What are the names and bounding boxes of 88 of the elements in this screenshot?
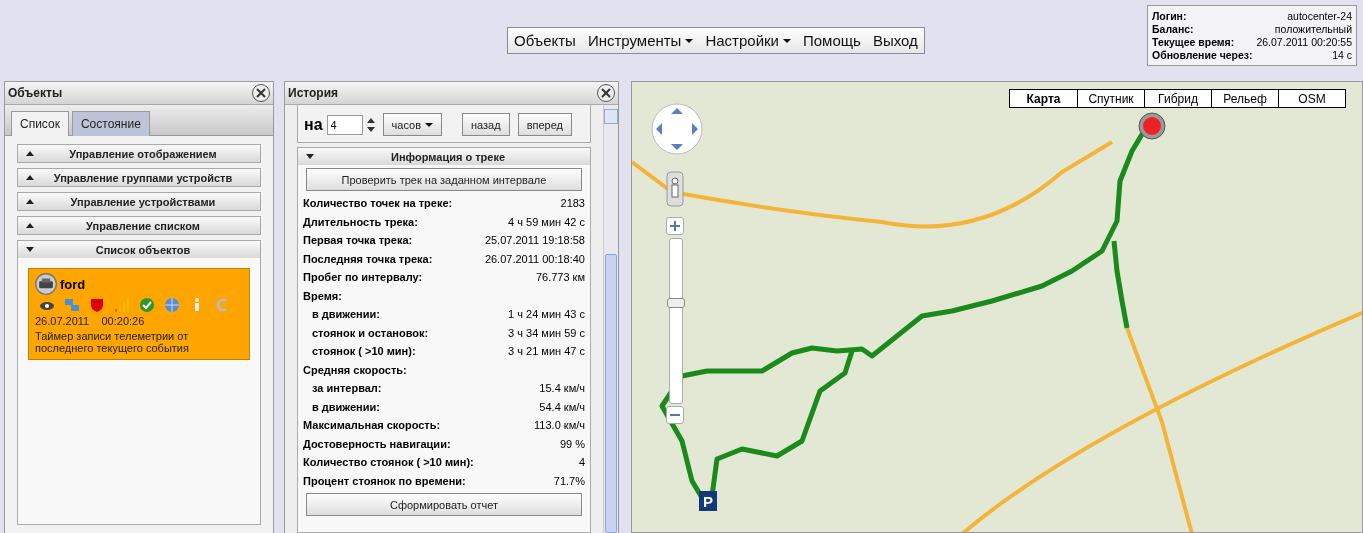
signal-icon [114, 297, 130, 313]
check-track-button[interactable]: Проверить трек на заданном интервале [306, 168, 582, 191]
caret-icon [685, 38, 694, 43]
close-icon[interactable] [256, 88, 266, 98]
info-label: Баланс: [1152, 23, 1194, 35]
report-button[interactable]: Сформировать отчет [306, 493, 582, 516]
unit-dropdown[interactable]: часов [382, 113, 442, 136]
object-card[interactable]: ford 26.07.2011 00:20:26 Таймер записи телеметрии от последнего текущего события [28, 268, 250, 360]
stat-label: Время: [303, 289, 342, 302]
stop-marker-icon [1138, 112, 1166, 140]
info-value: 26.07.2011 00:20:55 [1256, 36, 1352, 48]
pan-control-icon[interactable] [651, 103, 703, 155]
section-header[interactable]: Управление группами устройств [18, 169, 260, 186]
stat-label: Пробег по интервалу: [303, 271, 423, 284]
car-icon [35, 273, 57, 295]
menu-item[interactable]: Выход [872, 32, 918, 49]
globe-icon [164, 297, 180, 313]
object-status: Таймер записи телеметрии от последнего текущего события [35, 329, 190, 355]
hours-input[interactable]: 4 [326, 114, 363, 135]
stat-value: 76.773 км [535, 271, 585, 284]
info-value: положительный [1274, 23, 1352, 35]
pegman-icon[interactable] [666, 171, 684, 207]
parking-marker: P [699, 491, 717, 511]
scrollbar[interactable] [603, 105, 618, 533]
stat-label: стоянок и остановок: [312, 326, 429, 339]
stat-value: 25.07.2011 19:18:58 [484, 234, 585, 247]
menu-item[interactable]: Настройки [705, 32, 791, 49]
caret-icon [782, 38, 791, 43]
map-placeholder[interactable]: P Карта Спутник Гибрид Рельеф OSM [631, 81, 1363, 533]
tab[interactable]: Список [11, 111, 69, 136]
info-label: Текущее время: [1152, 36, 1235, 48]
nav-button[interactable]: вперед [517, 113, 572, 136]
stat-label: Количество стоянок ( >10 мин): [303, 456, 474, 469]
stat-value: 4 ч 59 мин 42 с [508, 215, 585, 228]
network-icon [64, 297, 80, 313]
stat-value: 2183 [560, 197, 585, 210]
stat-label: Последняя точка трека: [303, 252, 433, 265]
stat-label: Процент стоянок по времени: [303, 474, 466, 487]
zoom-thumb[interactable] [667, 297, 685, 308]
stat-value: 54.4 км/ч [539, 400, 585, 413]
stat-label: Средняя скорость: [303, 363, 407, 376]
section-header[interactable]: Управление списком [18, 217, 260, 234]
stat-value: 3 ч 34 мин 59 с [508, 326, 585, 339]
info-value: 14 с [1332, 49, 1352, 61]
object-timestamp: 26.07.2011 00:20:26 [35, 315, 146, 328]
plus-icon[interactable] [670, 221, 680, 231]
stat-value: 99 % [559, 437, 585, 450]
stat-label: Максимальная скорость: [303, 419, 441, 432]
section-header[interactable]: Информация о треке [298, 148, 590, 165]
stat-label: Длительность трека: [303, 215, 418, 228]
menu-item[interactable]: Помощь [802, 32, 861, 49]
close-icon[interactable] [601, 88, 611, 98]
stat-label: в движении: [312, 308, 380, 321]
zoom-slider[interactable] [669, 238, 683, 404]
check-icon [139, 297, 155, 313]
spinner-icon[interactable] [366, 116, 375, 133]
zoom-in-button[interactable] [666, 217, 684, 235]
stat-value: 4 [578, 456, 585, 469]
stat-value: 15.4 км/ч [539, 382, 585, 395]
info-label: Обновление через: [1152, 49, 1253, 61]
stat-value: 3 ч 21 мин 47 с [508, 345, 585, 358]
menu-item[interactable]: Инструменты [587, 32, 694, 49]
stat-value: 26.07.2011 00:18:40 [484, 252, 585, 265]
stat-label: Количество точек на треке: [303, 197, 453, 210]
info-value: autocenter-24 [1287, 10, 1352, 22]
stat-label: за интервал: [312, 382, 382, 395]
object-name: ford [60, 276, 86, 292]
stat-value: 1 ч 24 мин 43 с [508, 308, 585, 321]
stat-label: в движении: [312, 400, 380, 413]
section-header[interactable]: Список объектов [18, 241, 260, 258]
section-header[interactable]: Управление устройствами [18, 193, 260, 210]
shift-label: на [304, 115, 323, 134]
stat-value: 113.0 км/ч [534, 419, 585, 432]
panel-title: Объекты [8, 86, 63, 100]
close-button[interactable] [597, 84, 615, 102]
zoom-out-button[interactable] [666, 406, 684, 424]
nav-button[interactable]: назад [462, 113, 510, 136]
stat-label: Достоверность навигации: [303, 437, 451, 450]
panel-title: История [288, 86, 339, 100]
section-header[interactable]: Управление отображением [18, 145, 260, 162]
info-label: Логин: [1152, 10, 1187, 22]
stat-label: стоянок ( >10 мин): [312, 345, 416, 358]
stat-value: 71.7% [553, 474, 585, 487]
shield-icon [89, 297, 105, 313]
close-button[interactable] [252, 84, 270, 102]
menu-item[interactable]: Объекты [514, 32, 576, 49]
stat-label: Первая точка трека: [303, 234, 413, 247]
tab[interactable]: Состояние [71, 111, 150, 136]
